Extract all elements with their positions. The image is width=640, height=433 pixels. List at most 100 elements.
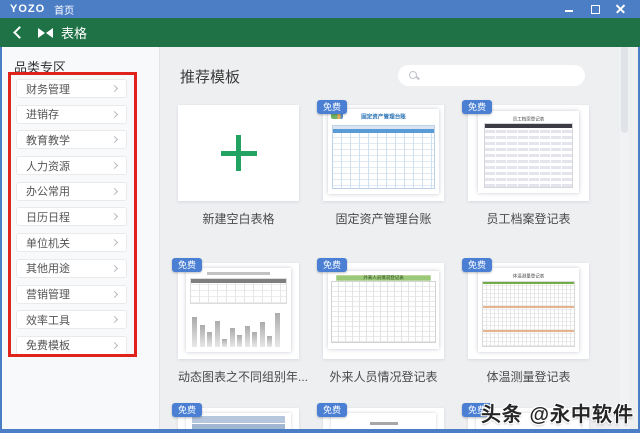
sidebar-item-free[interactable]: 免费模板 — [16, 336, 127, 355]
sidebar-item-label: 财务管理 — [26, 81, 70, 97]
bar — [215, 321, 220, 347]
sidebar-item-office[interactable]: 办公常用 — [16, 182, 127, 201]
chevron-right-icon — [111, 213, 118, 220]
yozo-logo: YOZO — [10, 3, 45, 15]
template-thumbnail: 免费 — [323, 408, 444, 429]
bar — [275, 313, 280, 347]
chevron-right-icon — [111, 316, 118, 323]
card-label: 外来人员情况登记表 — [323, 368, 444, 385]
free-badge: 免费 — [172, 258, 202, 272]
search-input[interactable] — [398, 65, 585, 86]
logo-triangle-left — [38, 28, 45, 38]
template-card[interactable]: 免费 外来人员情况登记表 外来人员情况登记表 — [323, 263, 444, 385]
bar — [192, 317, 197, 347]
sidebar-item-label: 免费模板 — [26, 337, 70, 353]
chevron-right-icon — [111, 342, 118, 349]
bar — [260, 322, 265, 347]
sidebar-item-other[interactable]: 其他用途 — [16, 259, 127, 278]
template-card[interactable]: 免费 — [323, 408, 444, 429]
free-badge: 免费 — [462, 100, 492, 114]
scrollbar-thumb[interactable] — [621, 47, 628, 133]
sidebar-item-hr[interactable]: 人力资源 — [16, 156, 127, 175]
sidebar: 品类专区 财务管理 进销存 教育教学 人力资源 办公常用 日历日程 单位机关 其… — [2, 47, 160, 429]
bar — [207, 332, 212, 347]
chevron-right-icon — [111, 111, 118, 118]
sidebar-item-label: 进销存 — [26, 106, 59, 122]
sidebar-item-label: 单位机关 — [26, 235, 70, 251]
close-icon[interactable] — [616, 4, 626, 14]
sidebar-item-label: 人力资源 — [26, 158, 70, 174]
sheet-preview: 体温测量登记表 — [478, 268, 579, 352]
bar — [252, 332, 257, 347]
card-label: 新建空白表格 — [178, 210, 299, 227]
app-body: 品类专区 财务管理 进销存 教育教学 人力资源 办公常用 日历日程 单位机关 其… — [2, 47, 638, 429]
template-thumbnail: 免费 体温测量登记表 — [468, 263, 589, 359]
template-card[interactable]: 免费 — [178, 263, 299, 385]
sidebar-item-finance[interactable]: 财务管理 — [16, 79, 127, 98]
template-card[interactable]: 免费 体温测量登记表 体温测量登记表 — [468, 263, 589, 385]
bar — [230, 328, 235, 347]
chevron-right-icon — [111, 85, 118, 92]
bar — [267, 336, 272, 347]
thumb-table — [482, 281, 575, 347]
sidebar-item-marketing[interactable]: 营销管理 — [16, 285, 127, 304]
thumb-bar-chart — [192, 307, 285, 347]
app-title: 表格 — [61, 23, 87, 42]
thumb-table — [192, 416, 285, 429]
thumb-title: 体温测量登记表 — [491, 272, 567, 279]
window-controls — [564, 4, 630, 14]
sheet-preview: 固定资产管理台账 — [328, 109, 439, 194]
sidebar-item-inventory[interactable]: 进销存 — [16, 105, 127, 124]
free-badge: 免费 — [317, 403, 347, 417]
thumb-table — [332, 125, 435, 189]
card-label: 体温测量登记表 — [468, 368, 589, 385]
sidebar-heading: 品类专区 — [14, 57, 66, 76]
thumb-title: 员工档案登记表 — [491, 115, 567, 122]
sidebar-item-efficiency[interactable]: 效率工具 — [16, 310, 127, 329]
maximize-icon[interactable] — [590, 4, 600, 14]
sheet-preview — [331, 413, 436, 429]
bar — [222, 339, 227, 347]
sheet-preview — [186, 413, 291, 429]
template-card[interactable]: 免费 — [178, 408, 299, 429]
bar — [200, 325, 205, 347]
template-card[interactable]: 免费 员工档案登记表 员工档案登记表 — [468, 105, 589, 227]
template-thumbnail: 免费 — [178, 263, 299, 359]
thumb-title-bar — [207, 272, 270, 275]
thumb-table — [190, 278, 287, 304]
template-thumbnail: 免费 员工档案登记表 — [468, 105, 589, 201]
sidebar-item-government[interactable]: 单位机关 — [16, 233, 127, 252]
plus-icon — [221, 135, 257, 171]
template-thumbnail: 免费 外来人员情况登记表 — [323, 263, 444, 359]
section-title: 推荐模板 — [180, 66, 240, 87]
chevron-right-icon — [111, 290, 118, 297]
back-button[interactable] — [6, 18, 32, 47]
home-tab[interactable]: 首页 — [54, 2, 74, 17]
toolbar: 表格 — [0, 18, 640, 47]
logo-triangle-right — [46, 28, 53, 38]
sidebar-item-education[interactable]: 教育教学 — [16, 130, 127, 149]
sheet-preview: 外来人员情况登记表 — [328, 271, 439, 349]
search-icon — [409, 71, 419, 81]
chevron-right-icon — [111, 265, 118, 272]
card-label: 固定资产管理台账 — [323, 210, 444, 227]
template-thumbnail: 免费 固定资产管理台账 — [323, 105, 444, 201]
card-label: 员工档案登记表 — [468, 210, 589, 227]
free-badge: 免费 — [317, 100, 347, 114]
new-blank-spreadsheet-card[interactable]: 新建空白表格 — [178, 105, 299, 227]
thumb-table — [331, 281, 436, 343]
thumb-title-bar — [370, 422, 398, 425]
minimize-icon[interactable] — [564, 4, 574, 14]
sheet-preview: 员工档案登记表 — [478, 111, 579, 193]
sidebar-item-list: 财务管理 进销存 教育教学 人力资源 办公常用 日历日程 单位机关 其他用途 营… — [16, 79, 127, 362]
sidebar-item-label: 效率工具 — [26, 312, 70, 328]
titlebar: YOZO 首页 — [0, 0, 640, 18]
sidebar-item-calendar[interactable]: 日历日程 — [16, 207, 127, 226]
template-card[interactable]: 免费 固定资产管理台账 固定资产管理台账 — [323, 105, 444, 227]
chevron-right-icon — [111, 188, 118, 195]
chevron-right-icon — [111, 136, 118, 143]
spreadsheet-logo-icon — [38, 28, 53, 38]
template-thumbnail: 免费 — [178, 408, 299, 429]
card-label: 动态图表之不同组别年... — [178, 368, 299, 385]
free-badge: 免费 — [462, 258, 492, 272]
